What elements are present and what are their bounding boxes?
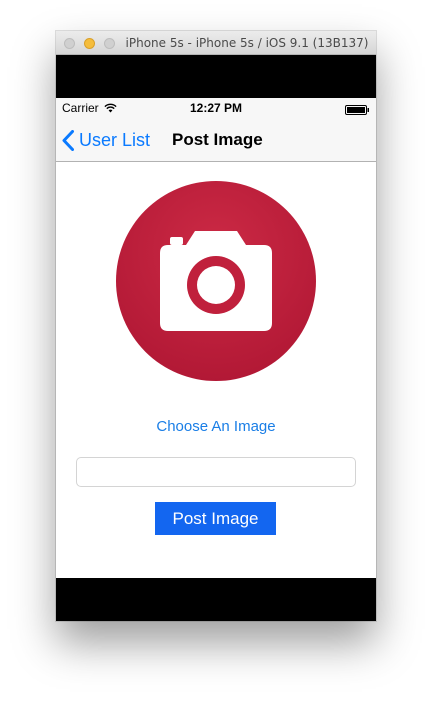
back-button[interactable]: User List bbox=[62, 127, 150, 153]
camera-icon bbox=[116, 181, 316, 381]
window-title: iPhone 5s - iPhone 5s / iOS 9.1 (13B137) bbox=[125, 36, 369, 50]
chevron-left-icon bbox=[62, 129, 74, 151]
battery-icon bbox=[345, 104, 370, 118]
back-button-label: User List bbox=[79, 129, 151, 150]
status-bar: Carrier 12:27 PM bbox=[56, 98, 376, 118]
choose-image-button[interactable]: Choose An Image bbox=[56, 418, 376, 435]
window-close-button[interactable] bbox=[64, 38, 75, 49]
image-picker-button[interactable] bbox=[116, 181, 316, 381]
post-image-button[interactable]: Post Image bbox=[155, 502, 276, 535]
window-titlebar: iPhone 5s - iPhone 5s / iOS 9.1 (13B137) bbox=[56, 31, 376, 55]
simulator-window: iPhone 5s - iPhone 5s / iOS 9.1 (13B137)… bbox=[56, 31, 376, 621]
status-time: 12:27 PM bbox=[189, 101, 243, 115]
device-screen: Carrier 12:27 PM User List Post Image Ch… bbox=[56, 98, 376, 578]
navigation-bar: User List Post Image bbox=[56, 118, 376, 162]
window-zoom-button[interactable] bbox=[104, 38, 115, 49]
caption-input[interactable] bbox=[76, 457, 356, 487]
window-minimize-button[interactable] bbox=[84, 38, 95, 49]
page-title: Post Image bbox=[172, 130, 263, 149]
